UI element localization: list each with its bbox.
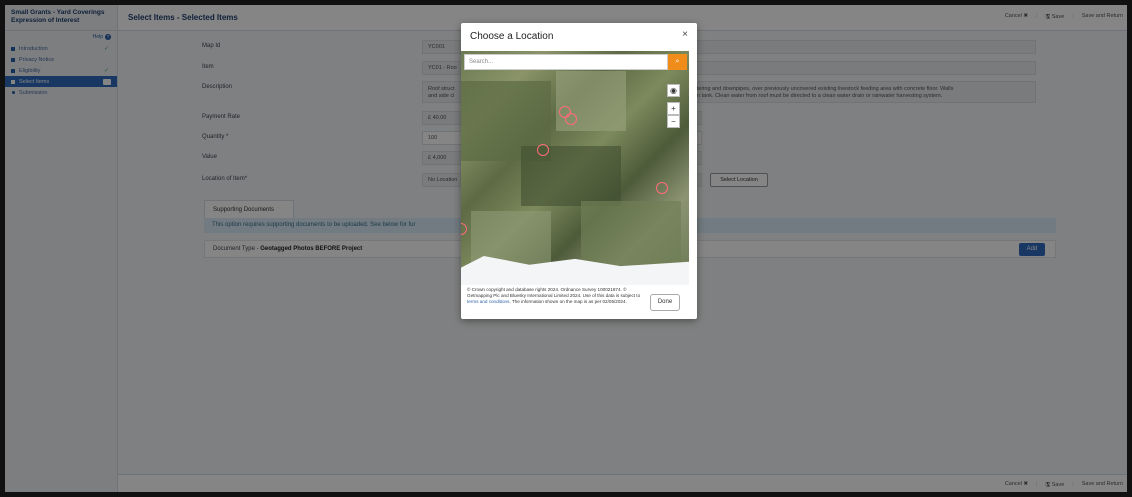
terms-link[interactable]: terms and conditions — [467, 299, 509, 304]
location-marker[interactable] — [656, 182, 668, 194]
map-terrain — [521, 146, 621, 206]
choose-location-dialog: Choose a Location × Search... ⌕ ◉ + − © … — [461, 23, 697, 319]
map-search-input[interactable]: Search... — [464, 54, 668, 70]
map-view[interactable]: Search... ⌕ ◉ + − — [461, 51, 689, 285]
location-marker[interactable] — [537, 144, 549, 156]
zoom-out-button[interactable]: − — [667, 115, 680, 128]
location-marker[interactable] — [461, 223, 467, 235]
close-icon[interactable]: × — [682, 29, 688, 40]
zoom-in-button[interactable]: + — [667, 102, 680, 115]
target-icon[interactable]: ◉ — [667, 84, 680, 97]
attribution-text: . The information shown on the map is as… — [509, 299, 627, 304]
dialog-title: Choose a Location — [470, 31, 554, 42]
search-icon[interactable]: ⌕ — [668, 54, 687, 70]
location-marker[interactable] — [565, 113, 577, 125]
map-terrain — [581, 201, 681, 271]
done-button[interactable]: Done — [650, 294, 680, 311]
